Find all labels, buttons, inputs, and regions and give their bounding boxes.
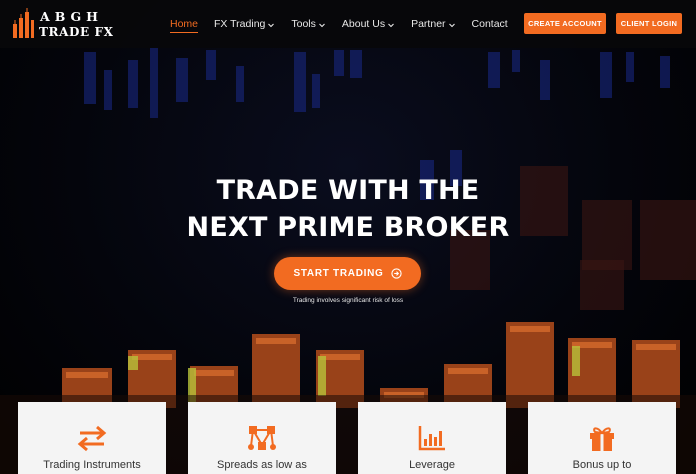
- bar-chart-icon: [418, 426, 445, 451]
- card-label: Spreads as low as: [217, 459, 307, 471]
- nav-about-us-label: About Us: [341, 18, 386, 30]
- hero-headline-line1: TRADE WITH THE: [216, 175, 480, 206]
- chevron-down-icon: [448, 23, 455, 27]
- brand-logo[interactable]: ABGH TRADE FX: [12, 6, 114, 42]
- feature-card-bonus[interactable]: Bonus up to: [528, 402, 676, 474]
- client-login-button[interactable]: CLIENT LOGIN: [616, 13, 682, 34]
- background-candle-green: [128, 356, 138, 370]
- background-candle-highlight: [194, 370, 234, 376]
- background-candle-blue: [312, 74, 320, 108]
- network-nodes-icon: [248, 426, 276, 450]
- nav-home-label: Home: [170, 18, 199, 30]
- background-candle-highlight: [66, 372, 108, 378]
- card-label: Bonus up to: [572, 459, 632, 471]
- background-candle-blue: [150, 48, 158, 118]
- background-candle-blue: [176, 58, 188, 102]
- swap-arrows-icon: [77, 425, 107, 452]
- background-candle-highlight: [636, 344, 676, 350]
- nav-fx-trading[interactable]: FX Trading: [214, 0, 275, 48]
- background-candle-blue: [488, 52, 500, 88]
- nav-contact[interactable]: Contact: [472, 0, 508, 48]
- background-candle-blue: [104, 70, 112, 110]
- background-candle-blue: [236, 66, 244, 102]
- background-candle-blue: [128, 60, 138, 108]
- nav-contact-label: Contact: [471, 18, 508, 30]
- background-candle-blue: [294, 52, 306, 112]
- background-candle-blue: [512, 50, 520, 72]
- background-candle-blue: [540, 60, 550, 100]
- background-candle-blue: [334, 50, 344, 76]
- main-nav: Home FX Trading Tools About Us Partner C…: [170, 0, 524, 48]
- start-trading-label: START TRADING: [293, 268, 384, 279]
- nav-tools-label: Tools: [291, 18, 316, 30]
- chevron-down-icon: [319, 23, 325, 27]
- start-trading-button[interactable]: START TRADING: [274, 257, 421, 290]
- background-candle-blue: [84, 52, 96, 104]
- hero-headline-line2: NEXT PRIME BROKER: [186, 212, 510, 243]
- background-candle-highlight: [256, 338, 296, 344]
- background-candle-highlight: [448, 368, 488, 374]
- create-account-button[interactable]: CREATE ACCOUNT: [524, 13, 606, 34]
- risk-disclaimer: Trading involves significant risk of los…: [292, 297, 404, 304]
- background-candle-blue: [206, 50, 216, 80]
- logo-text-bottom: TRADE FX: [39, 25, 114, 39]
- feature-card-trading-instruments[interactable]: Trading Instruments: [18, 402, 166, 474]
- nav-tools[interactable]: Tools: [291, 0, 326, 48]
- card-label: Leverage: [409, 459, 455, 471]
- nav-about-us[interactable]: About Us: [342, 0, 395, 48]
- background-candle-blue: [600, 52, 612, 98]
- background-candle-green: [572, 346, 580, 376]
- nav-home[interactable]: Home: [170, 0, 199, 48]
- background-candle-blue: [626, 52, 634, 82]
- logo-text-top: ABGH: [40, 9, 103, 24]
- chevron-down-icon: [388, 23, 394, 27]
- hero-headline: TRADE WITH THE NEXT PRIME BROKER: [0, 172, 696, 246]
- feature-card-spreads[interactable]: Spreads as low as: [188, 402, 336, 474]
- background-candle-blue: [660, 56, 670, 88]
- chevron-down-icon: [268, 23, 275, 27]
- logo-candles-icon: [13, 8, 34, 38]
- arrow-circle-right-icon: [390, 268, 402, 279]
- feature-card-leverage[interactable]: Leverage: [358, 402, 506, 474]
- card-label: Trading Instruments: [43, 459, 141, 471]
- background-candle-blue: [350, 50, 362, 78]
- nav-partner[interactable]: Partner: [411, 0, 455, 48]
- background-candle-green: [318, 356, 326, 396]
- gift-icon: [590, 427, 614, 451]
- nav-partner-label: Partner: [411, 18, 446, 30]
- background-candle-highlight: [510, 326, 550, 332]
- site-header: ABGH TRADE FX Home FX Trading Tools Abou…: [0, 0, 696, 48]
- nav-fx-trading-label: FX Trading: [214, 18, 266, 30]
